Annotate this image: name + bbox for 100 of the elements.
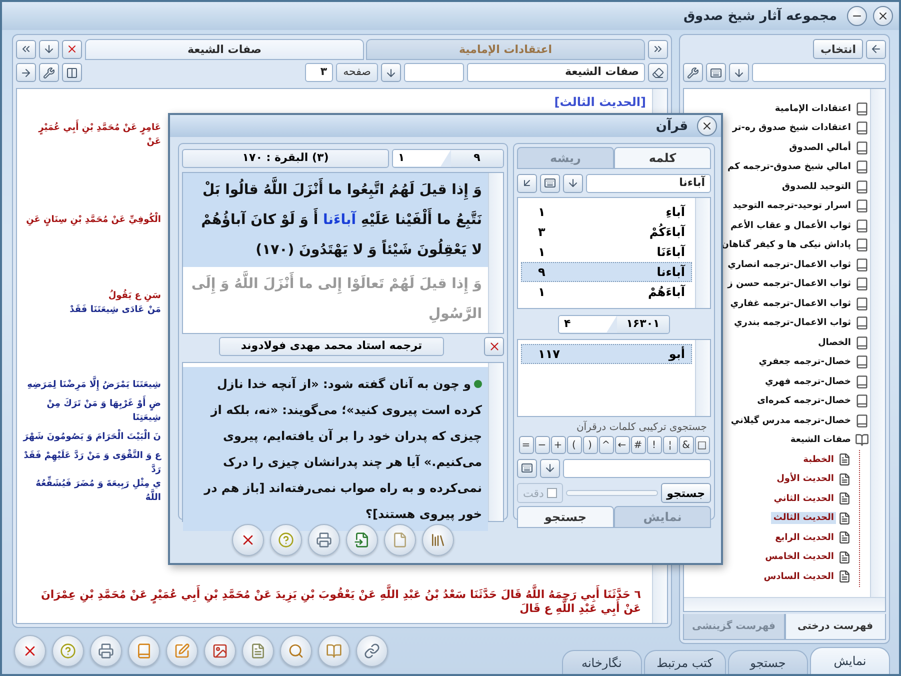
word-row[interactable]: آباءَهُمْ ۱ — [521, 282, 692, 302]
operator-button[interactable]: # — [630, 436, 646, 454]
tree-item[interactable]: التوحيد للصدوق — [780, 180, 853, 193]
search-button[interactable]: جستجو — [660, 483, 711, 503]
word-row[interactable]: آباءَكُمْ ۳ — [521, 222, 692, 242]
tree-item[interactable]: اعتقادات شيخ صدوق ره-تر — [730, 122, 853, 134]
operator-button[interactable]: ^ — [598, 436, 614, 454]
settings-button[interactable] — [39, 63, 59, 82]
operator-button[interactable]: − — [534, 436, 550, 454]
close-button[interactable] — [873, 6, 893, 26]
edit-button[interactable] — [166, 635, 198, 667]
tree-item[interactable]: خصال-ترجمه مدرس گيلاني — [728, 414, 853, 427]
tree-item[interactable]: اسرار توحيد-ترجمه التوحيد — [730, 200, 853, 212]
tree-item[interactable]: الحديث الرابع — [773, 532, 836, 544]
dropdown-button[interactable] — [729, 63, 749, 82]
keyboard-button[interactable] — [540, 174, 560, 192]
book-button[interactable] — [128, 635, 160, 667]
word-field[interactable]: آباءنا — [586, 174, 711, 192]
tree-item[interactable]: ثواب الاعمال-ترجمه حسن ز — [726, 278, 853, 290]
search-mode-tab[interactable]: کلمه — [614, 147, 711, 169]
word-row[interactable]: آباءنا ۹ — [521, 262, 692, 282]
close-tab-button[interactable] — [62, 40, 82, 58]
close-button[interactable] — [232, 524, 264, 556]
scrollbar[interactable] — [870, 89, 885, 597]
minimize-button[interactable] — [847, 6, 867, 26]
tree-item[interactable]: خصال-ترجمه كمره‌ای — [755, 395, 853, 408]
forward-button[interactable] — [16, 63, 36, 82]
word-row[interactable]: آباءِ ۱ — [521, 202, 692, 222]
close-button[interactable] — [697, 116, 717, 136]
verse-text[interactable]: وَ إِذا قيلَ لَهُمُ اتَّبِعُوا ما أَنْزَلَ اللَّهُ قالُوا بَلْ نَتَّبِعُ ما أَلْفَيْنا عَلَيْهِ آباءَنا أَ وَ لَوْ كانَ آباؤُهُمْ لا يَعْقِلُونَ شَيْئاً وَ لا يَهْتَدُونَ (۱۷۰) — [183, 173, 488, 267]
image-menu-button[interactable] — [204, 635, 236, 667]
eraser-button[interactable] — [648, 63, 668, 82]
operator-button[interactable]: + — [550, 436, 566, 454]
tree-item[interactable]: صفات الشيعة — [788, 434, 853, 446]
operator-button[interactable]: ! — [646, 436, 662, 454]
help-button[interactable] — [270, 524, 302, 556]
tree-item[interactable]: الحديث السادس — [762, 570, 836, 583]
scrollbar[interactable] — [695, 198, 710, 308]
operator-button[interactable]: ← — [614, 436, 630, 454]
open-book-button[interactable] — [318, 635, 350, 667]
tree-tab[interactable]: فهرست درختی — [784, 614, 886, 640]
keyboard-button[interactable] — [517, 458, 537, 478]
operator-button[interactable]: ) — [582, 436, 598, 454]
tree-item[interactable]: الخصال — [816, 336, 853, 349]
search-button[interactable] — [280, 635, 312, 667]
settings-button[interactable] — [683, 63, 703, 82]
operator-button[interactable]: = — [518, 436, 534, 454]
back-button[interactable] — [866, 40, 886, 58]
expand-button[interactable] — [648, 40, 668, 58]
export-button[interactable] — [346, 524, 378, 556]
book-field[interactable]: صفات الشيعة — [467, 63, 645, 82]
print-button[interactable] — [90, 635, 122, 667]
operator-button[interactable]: ¦ — [662, 436, 678, 454]
search-field[interactable] — [752, 63, 886, 82]
insert-button[interactable] — [517, 174, 537, 192]
tree-item[interactable]: ثواب الأعمال و عقاب الأعم — [728, 220, 853, 232]
collapse-button[interactable] — [16, 40, 36, 58]
main-tab[interactable]: جستجو — [728, 650, 808, 674]
verse-pager[interactable]: ۱ ۹ — [392, 148, 504, 168]
main-tab[interactable]: کتب مرتبط — [644, 650, 726, 674]
keyboard-button[interactable] — [706, 63, 726, 82]
tree-item[interactable]: الحديث الأول — [774, 473, 836, 486]
tree-item[interactable]: امالي شيخ صدوق-ترجمه كم — [726, 161, 853, 174]
view-tab[interactable]: جستجو — [517, 506, 614, 528]
root-row[interactable]: أبو ۱۱۷ — [521, 344, 692, 364]
tree-item[interactable]: ثواب الاعمال-ترجمه انصاري — [726, 258, 853, 271]
library-button[interactable] — [422, 524, 454, 556]
help-button[interactable] — [52, 635, 84, 667]
word-row[interactable]: آباءَنَا ۱ — [521, 242, 692, 262]
print-button[interactable] — [308, 524, 340, 556]
main-tab[interactable]: نمایش — [810, 647, 890, 674]
columns-button[interactable] — [62, 63, 82, 82]
tree-item[interactable]: ثواب الاعمال-ترجمه بندري — [732, 317, 853, 330]
tree-item[interactable]: اعتقادات الإمامية — [772, 102, 853, 115]
close-button[interactable] — [484, 337, 504, 356]
close-button[interactable] — [14, 635, 46, 667]
page-field[interactable]: ۳ — [305, 63, 334, 82]
page-button[interactable] — [242, 635, 274, 667]
dropdown-button[interactable] — [563, 174, 583, 192]
select-button[interactable]: انتخاب — [813, 39, 863, 59]
tree-item[interactable]: خصال-ترجمه جعفري — [756, 356, 853, 368]
scrollbar[interactable] — [695, 340, 710, 416]
scrollbar[interactable] — [488, 173, 503, 333]
main-tab[interactable]: نگارخانه — [562, 650, 642, 674]
tree-item[interactable]: الحديث الثاني — [772, 492, 836, 505]
scrollbar[interactable] — [684, 597, 885, 611]
tree-item[interactable]: ثواب الاعمال-ترجمه غفاري — [728, 298, 853, 310]
tree-item[interactable]: الحديث الخامس — [763, 551, 836, 564]
link-button[interactable] — [356, 635, 388, 667]
down-button[interactable] — [39, 40, 59, 58]
query-field[interactable] — [563, 458, 711, 478]
operator-button[interactable]: & — [678, 436, 694, 454]
scrollbar[interactable] — [488, 363, 503, 521]
tree-item[interactable]: الحديث الثالث — [771, 512, 836, 524]
search-field[interactable] — [404, 63, 464, 82]
dropdown-button[interactable] — [540, 458, 560, 478]
tree-item[interactable]: الخطبة — [801, 454, 836, 466]
tree-item[interactable]: أمالي الصدوق — [787, 142, 853, 154]
operator-button[interactable]: □ — [694, 436, 710, 454]
document-tab[interactable]: صفات الشيعة — [85, 38, 364, 60]
